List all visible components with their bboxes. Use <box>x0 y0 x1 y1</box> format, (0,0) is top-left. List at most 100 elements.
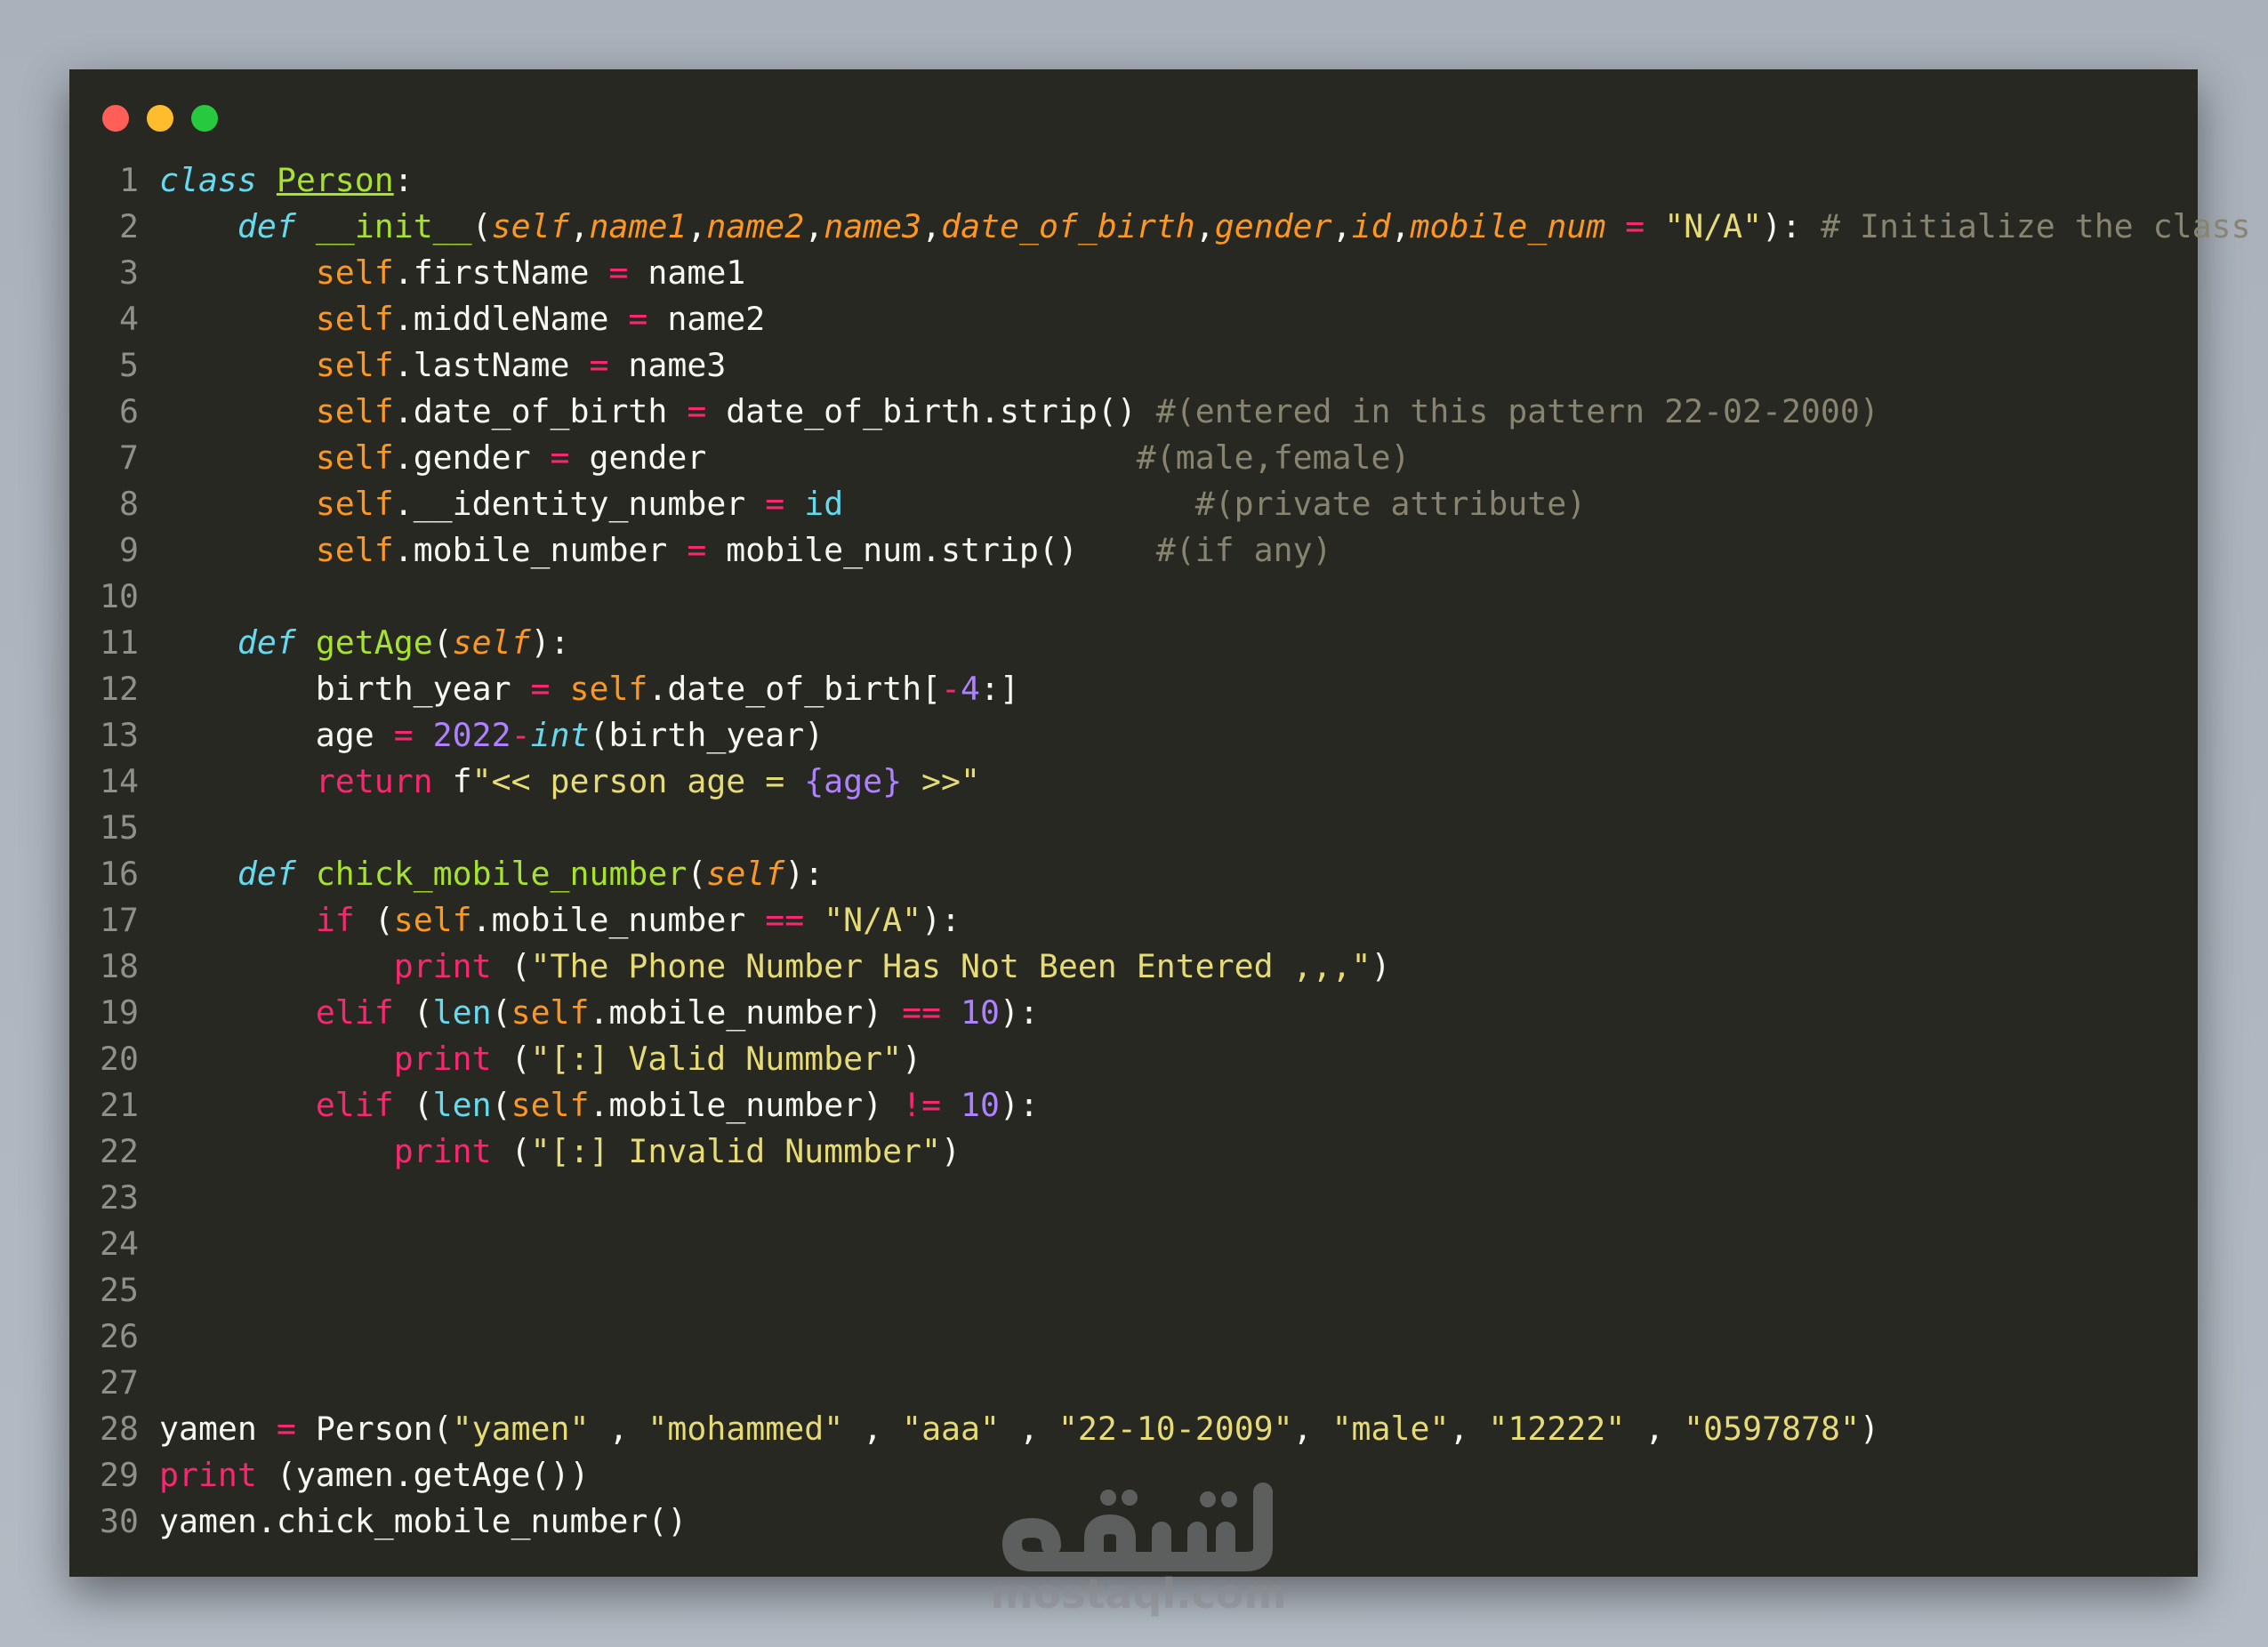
code-token: = <box>550 438 570 477</box>
code-text: yamen = Person("yamen" , "mohammed" , "a… <box>159 1406 1879 1452</box>
code-token: class <box>159 161 257 199</box>
code-token: .__identity_number <box>393 485 766 523</box>
code-text: elif (len(self.mobile_number) == 10): <box>159 990 1039 1036</box>
line-number: 23 <box>100 1178 139 1217</box>
code-token: : <box>393 161 414 199</box>
code-token: date_of_birth.strip() <box>706 392 1156 430</box>
line-number: 28 <box>100 1410 139 1448</box>
code-token: elif <box>315 1086 394 1124</box>
code-token: name1 <box>589 207 688 245</box>
code-token: f <box>432 762 472 800</box>
mostaql-logo-icon <box>1002 1482 1273 1571</box>
code-token: {age} <box>804 762 903 800</box>
code-line: 28 yamen = Person("yamen" , "mohammed" , … <box>69 1406 2198 1452</box>
code-line: 9 self.mobile_number = mobile_num.strip(… <box>69 527 2198 574</box>
code-token: self <box>569 670 648 708</box>
code-token: ( <box>491 947 531 985</box>
code-token: = <box>393 716 414 754</box>
code-token: .mobile_number) <box>589 993 903 1032</box>
code-token: .date_of_birth[ <box>647 670 942 708</box>
code-token: "[:] Valid Nummber" <box>530 1040 903 1078</box>
code-token: , <box>999 1410 1058 1448</box>
code-token: ) <box>1859 1410 1879 1448</box>
code-token: , <box>1625 1410 1685 1448</box>
code-token: ) <box>1371 947 1391 985</box>
code-token: .mobile_number <box>393 531 688 569</box>
code-token: self <box>315 253 394 292</box>
code-token: != <box>902 1086 942 1124</box>
code-line: 20 print ("[:] Valid Nummber") <box>69 1036 2198 1082</box>
code-token: ): <box>784 855 824 893</box>
line-number: 20 <box>100 1040 139 1078</box>
code-token: = <box>589 346 609 384</box>
code-line: 12 birth_year = self.date_of_birth[-4:] <box>69 666 2198 712</box>
code-line: 17 if (self.mobile_number == "N/A"): <box>69 897 2198 944</box>
code-token: "mohammed" <box>647 1410 844 1448</box>
code-line: 24 <box>69 1221 2198 1267</box>
code-token: "yamen" <box>452 1410 590 1448</box>
code-token: yamen <box>159 1410 277 1448</box>
code-line: 3 self.firstName = name1 <box>69 250 2198 296</box>
code-text: self.middleName = name2 <box>159 296 765 342</box>
code-token: .gender <box>393 438 551 477</box>
code-token: = <box>687 392 707 430</box>
code-token: ): <box>1762 207 1822 245</box>
line-number: 5 <box>119 346 139 384</box>
maximize-dot-icon <box>191 105 218 132</box>
line-number: 18 <box>100 947 139 985</box>
code-token: >>" <box>902 762 980 800</box>
line-number: 29 <box>100 1456 139 1494</box>
code-text: self.firstName = name1 <box>159 250 745 296</box>
code-token: self <box>315 438 394 477</box>
code-line: 15 <box>69 805 2198 851</box>
code-token: int <box>530 716 590 754</box>
code-token: print <box>393 1040 492 1078</box>
watermark-text: mostaql.com <box>990 1570 1287 1618</box>
code-line: 13 age = 2022-int(birth_year) <box>69 712 2198 759</box>
code-text: elif (len(self.mobile_number) != 10): <box>159 1082 1039 1129</box>
code-line: 2 def __init__(self,name1,name2,name3,da… <box>69 204 2251 250</box>
line-number: 4 <box>119 300 139 338</box>
code-token: 10 <box>961 993 1000 1032</box>
code-token: , <box>843 1410 903 1448</box>
line-number: 30 <box>100 1502 139 1540</box>
code-token: = <box>276 1410 296 1448</box>
code-token: ( <box>491 1132 531 1170</box>
line-number: 11 <box>100 623 139 662</box>
code-token: , <box>1390 207 1411 245</box>
code-text: print ("[:] Invalid Nummber") <box>159 1129 961 1175</box>
minimize-dot-icon <box>147 105 173 132</box>
code-text: return f"<< person age = {age} >>" <box>159 759 980 805</box>
code-text: self.__identity_number = id #(private at… <box>159 481 1586 527</box>
code-token: name2 <box>706 207 805 245</box>
code-token: - <box>941 670 961 708</box>
code-token: __init__ <box>315 207 472 245</box>
code-token: self <box>315 300 394 338</box>
code-token: , <box>804 207 824 245</box>
code-token: ( <box>471 207 492 245</box>
code-token: elif <box>315 993 394 1032</box>
line-number: 16 <box>100 855 139 893</box>
code-token: self <box>393 901 472 939</box>
code-token: (yamen.getAge()) <box>256 1456 590 1494</box>
code-token: mobile_num <box>1410 207 1606 245</box>
code-token: "22-10-2009" <box>1058 1410 1293 1448</box>
code-token: .date_of_birth <box>393 392 688 430</box>
line-number: 7 <box>119 438 139 477</box>
code-token: chick_mobile_number <box>315 855 688 893</box>
